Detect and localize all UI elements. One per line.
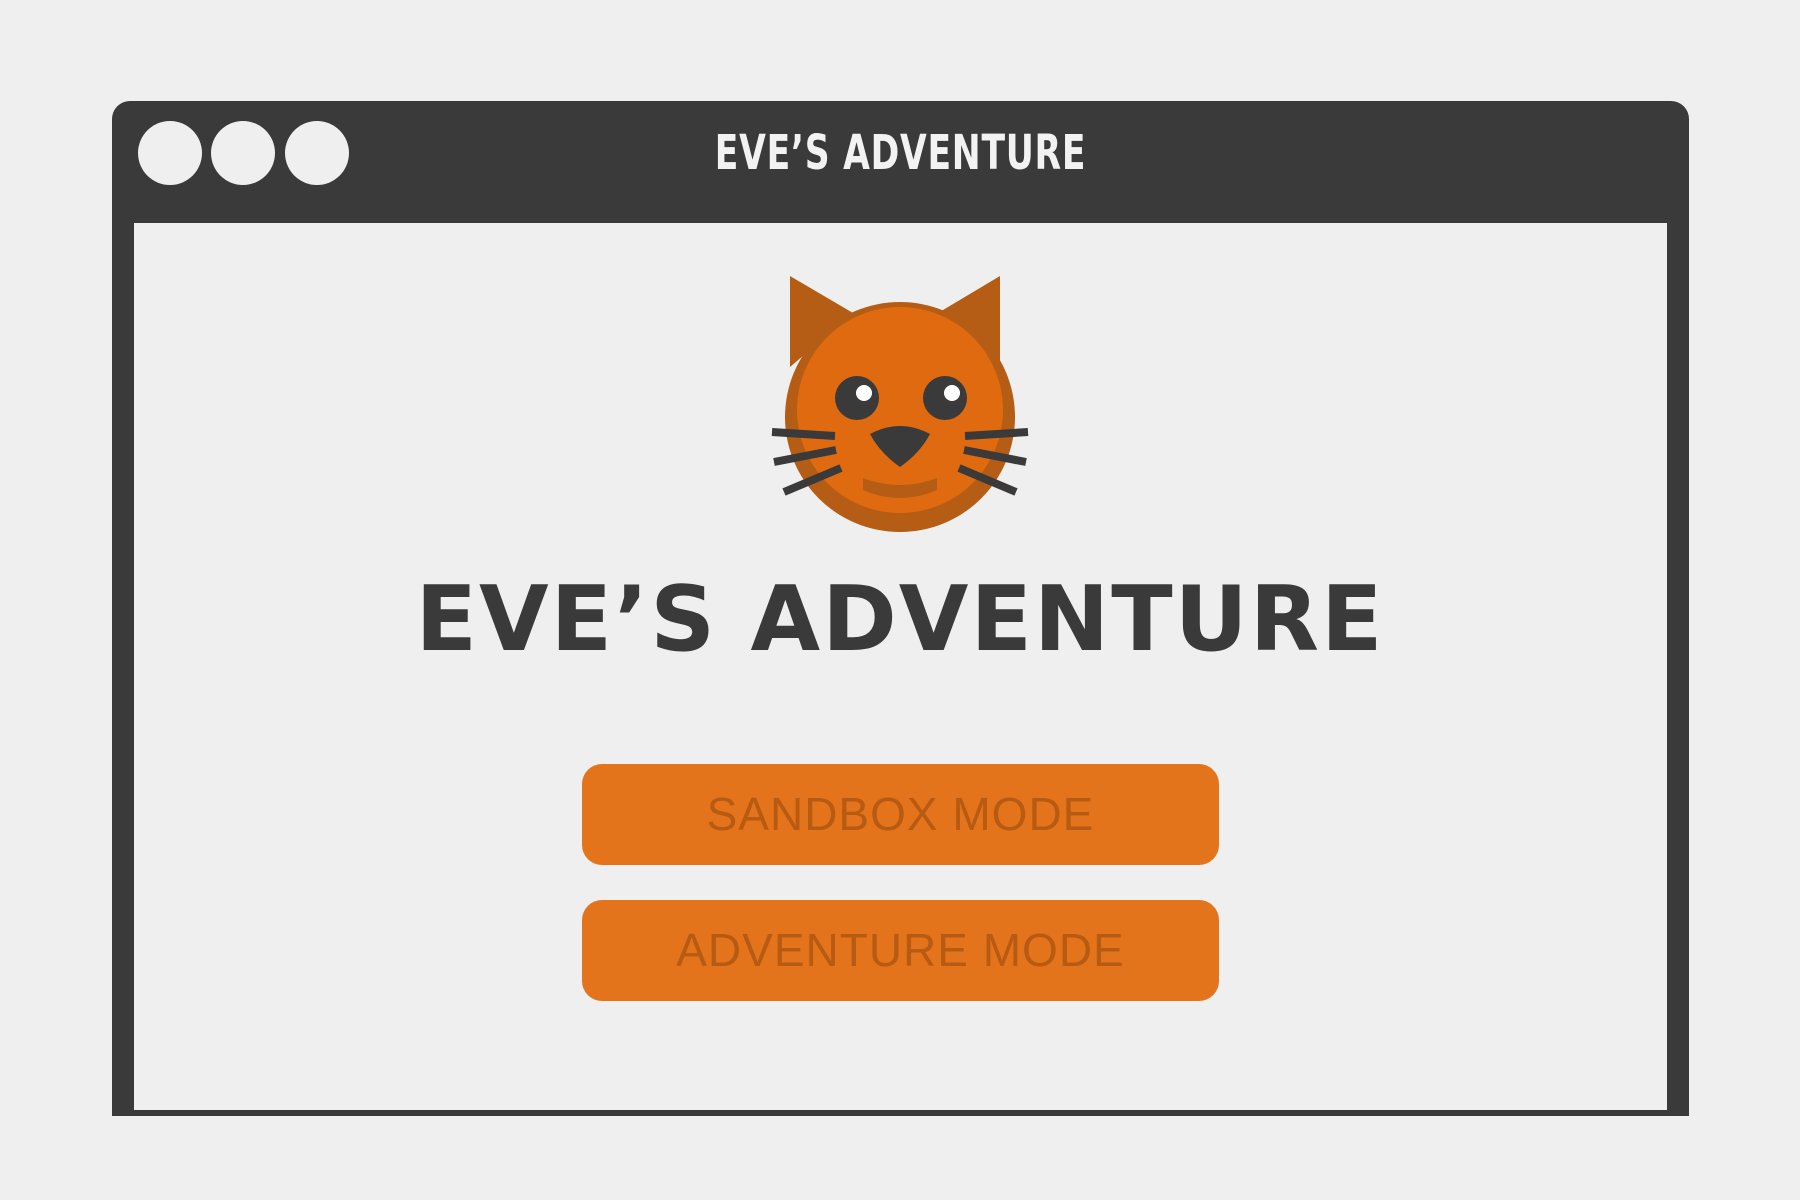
- title-bar[interactable]: EVE’S ADVENTURE: [112, 101, 1689, 206]
- adventure-mode-button[interactable]: ADVENTURE MODE: [582, 900, 1219, 1001]
- page-title: EVE’S ADVENTURE: [415, 567, 1385, 672]
- window-title: EVE’S ADVENTURE: [714, 125, 1087, 181]
- window-close-button[interactable]: [138, 121, 202, 185]
- window-minimize-button[interactable]: [211, 121, 275, 185]
- cat-left-eye-shine: [856, 385, 872, 401]
- cat-right-eye: [923, 376, 967, 420]
- sandbox-mode-button[interactable]: SANDBOX MODE: [582, 764, 1219, 865]
- cat-left-eye: [835, 376, 879, 420]
- cat-right-eye-shine: [944, 385, 960, 401]
- cat-head: [797, 307, 1003, 513]
- cat-face-icon: [771, 276, 1029, 532]
